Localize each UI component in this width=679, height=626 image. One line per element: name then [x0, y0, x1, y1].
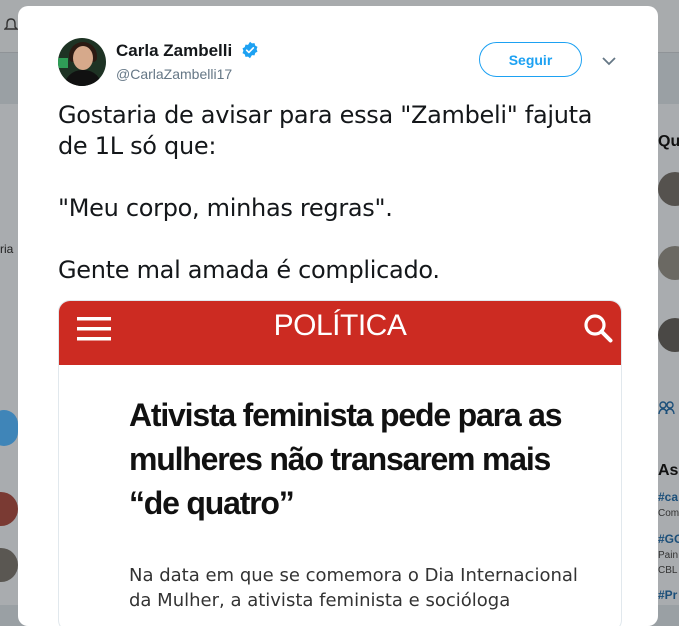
background-left-text: ria — [0, 242, 14, 256]
trend-subtext: CBL — [658, 565, 678, 576]
tweet-modal: Carla Zambelli @CarlaZambelli17 Seguir G… — [18, 6, 658, 626]
trend-tag[interactable]: #Pr — [658, 588, 677, 602]
trend-subtext: Com — [658, 508, 679, 519]
people-icon — [658, 401, 675, 415]
background-left-column — [0, 104, 18, 605]
follow-button[interactable]: Seguir — [479, 42, 582, 77]
news-section-title: POLÍTICA — [273, 309, 407, 342]
search-icon — [584, 314, 613, 343]
trend-tag[interactable]: #ca — [658, 490, 678, 504]
background-right-heading: Qu — [658, 133, 679, 150]
author-avatar[interactable] — [58, 38, 106, 86]
news-lead: Na data em que se comemora o Dia Interna… — [129, 565, 578, 611]
news-header: POLÍTICA — [59, 301, 621, 365]
trend-subtext: Pain — [658, 550, 679, 561]
background-right-section: As — [658, 462, 679, 479]
trend-tag[interactable]: #GG — [658, 532, 679, 546]
news-headline: Ativista feminista pede para as mulheres… — [129, 397, 563, 521]
tweet-text: Gostaria de avisar para essa "Zambeli" f… — [58, 101, 593, 284]
chevron-down-icon[interactable] — [602, 56, 616, 66]
verified-badge-icon — [242, 41, 258, 59]
tweet-image[interactable]: POLÍTICA Ativista feminista pede para as… — [58, 300, 622, 626]
author-name[interactable]: Carla Zambelli — [116, 41, 232, 61]
bell-icon — [4, 18, 18, 30]
author-handle[interactable]: @CarlaZambelli17 — [116, 66, 232, 82]
